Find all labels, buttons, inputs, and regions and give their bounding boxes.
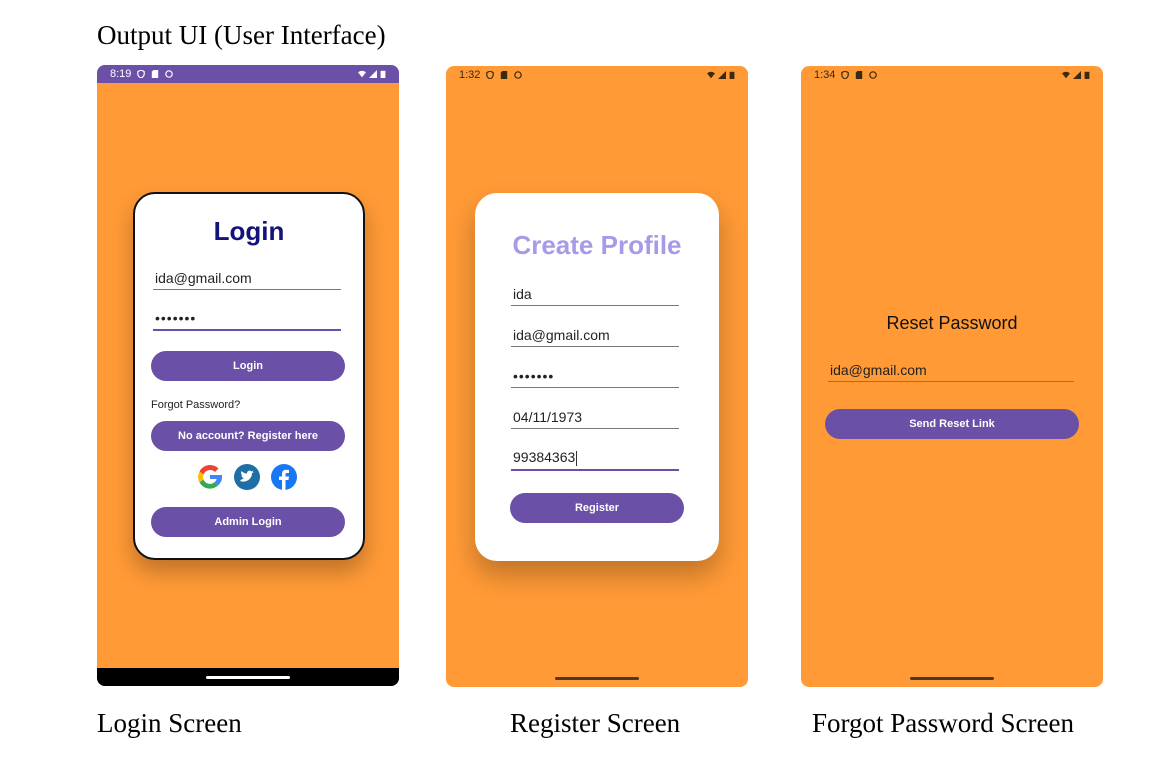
forgot-password-caption: Forgot Password Screen — [812, 708, 1074, 738]
admin-login-button[interactable]: Admin Login — [151, 507, 345, 537]
signal-icon — [718, 71, 726, 79]
battery-icon — [380, 70, 386, 78]
shield-icon — [137, 70, 146, 78]
name-field[interactable]: ida — [511, 286, 679, 306]
register-button[interactable]: Register — [510, 493, 684, 523]
face-icon — [514, 71, 523, 79]
register-heading: Create Profile — [512, 230, 682, 260]
status-bar: 1:32 — [446, 66, 748, 84]
login-caption: Login Screen — [97, 708, 242, 738]
battery-icon — [729, 71, 735, 79]
date-of-birth-field[interactable]: 04/11/1973 — [511, 409, 679, 429]
password-field[interactable]: ••••••• — [511, 368, 679, 388]
login-card: Login ida@gmail.com ••••••• Login Forgot… — [133, 192, 365, 560]
status-bar: 1:34 — [801, 66, 1103, 84]
status-bar: 8:19 — [97, 65, 399, 83]
facebook-icon[interactable] — [271, 464, 297, 490]
email-field[interactable]: ida@gmail.com — [153, 270, 341, 290]
register-card: Create Profile ida ida@gmail.com •••••••… — [475, 193, 719, 561]
register-phone-screen: 1:32 Create Profile ida ida@gmail.com ••… — [446, 66, 748, 687]
login-heading: Login — [213, 216, 285, 246]
register-here-button[interactable]: No account? Register here — [151, 421, 345, 451]
phone-field[interactable]: 99384363 — [511, 449, 679, 471]
login-phone-screen: 8:19 Login ida@gmail.com ••••••• Login F… — [97, 65, 399, 686]
twitter-icon[interactable] — [234, 464, 260, 490]
reset-password-heading: Reset Password — [886, 313, 1018, 333]
document-title: Output UI (User Interface) — [97, 20, 386, 50]
shield-icon — [486, 71, 495, 79]
signal-icon — [1073, 71, 1081, 79]
wifi-icon — [707, 71, 715, 79]
text-cursor — [576, 450, 578, 466]
forgot-password-link[interactable]: Forgot Password? — [151, 399, 240, 411]
forgot-password-phone-screen: 1:34 Reset Password ida@gmail.com Send R… — [801, 66, 1103, 687]
phone-field-value: 99384363 — [513, 449, 576, 465]
signal-icon — [369, 70, 377, 78]
face-icon — [869, 71, 878, 79]
login-button[interactable]: Login — [151, 351, 345, 381]
battery-icon — [1084, 71, 1090, 79]
register-caption: Register Screen — [510, 708, 681, 738]
shield-icon — [841, 71, 850, 79]
sd-card-icon — [152, 70, 159, 78]
sd-card-icon — [856, 71, 863, 79]
reset-email-field[interactable]: ida@gmail.com — [828, 362, 1074, 382]
password-field[interactable]: ••••••• — [153, 310, 341, 331]
status-time: 8:19 — [110, 68, 132, 80]
email-field[interactable]: ida@gmail.com — [511, 327, 679, 347]
home-gesture-pill[interactable] — [206, 676, 290, 679]
status-time: 1:34 — [814, 69, 836, 81]
home-gesture-pill[interactable] — [555, 677, 639, 680]
status-time: 1:32 — [459, 69, 481, 81]
google-icon[interactable] — [195, 462, 225, 492]
face-icon — [165, 70, 174, 78]
wifi-icon — [1062, 71, 1070, 79]
send-reset-link-button[interactable]: Send Reset Link — [825, 409, 1079, 439]
sd-card-icon — [501, 71, 508, 79]
wifi-icon — [358, 70, 366, 78]
home-gesture-pill[interactable] — [910, 677, 994, 680]
